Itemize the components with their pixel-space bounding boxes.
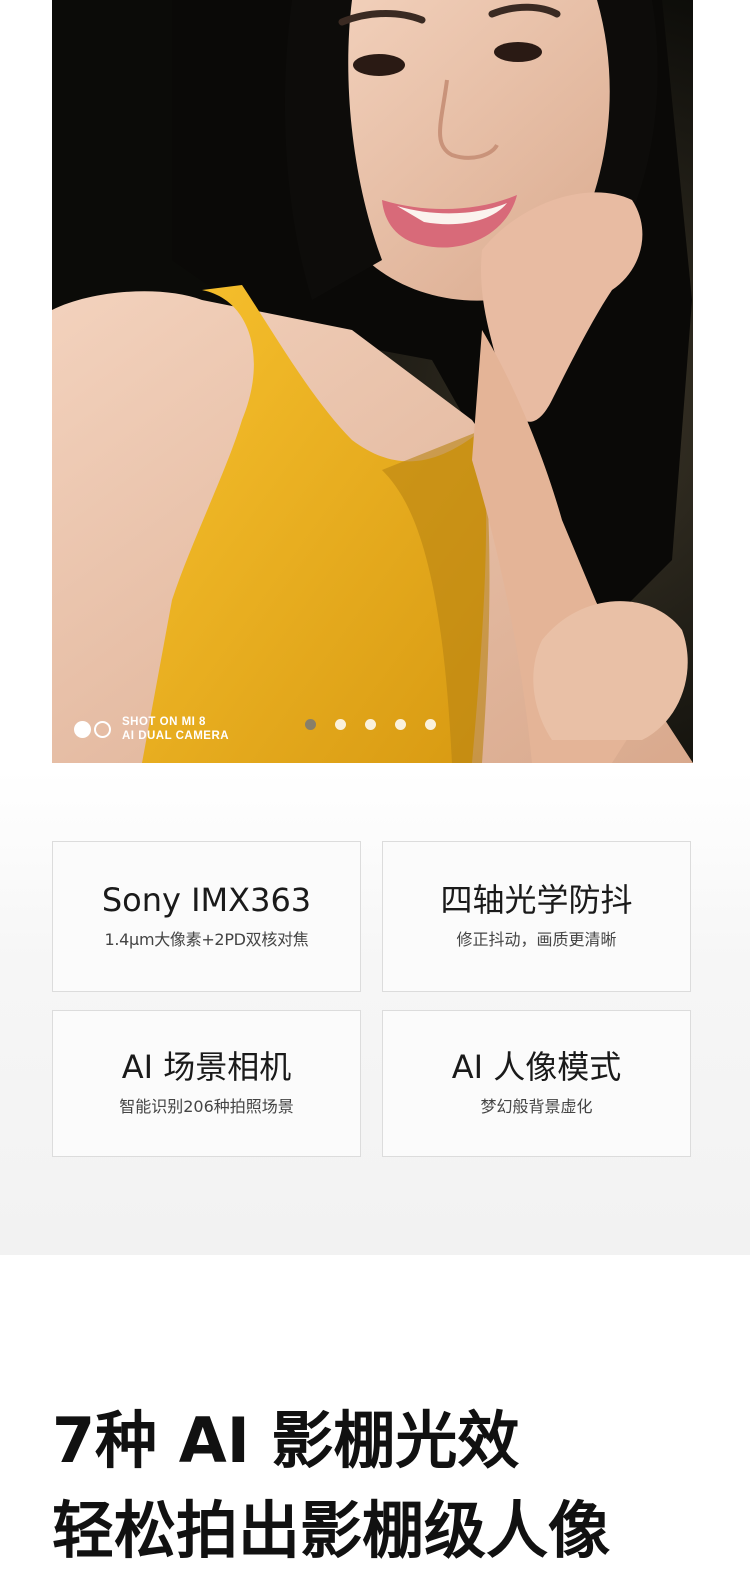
camera-lens-filled [74, 720, 91, 738]
headline-line1: 7种 AI 影棚光效 [52, 1404, 520, 1477]
feature-title: Sony IMX363 [101, 881, 312, 919]
feature-title: AI 人像模式 [451, 1048, 622, 1086]
carousel-dot-1[interactable] [305, 719, 316, 730]
feature-card-stabilization: 四轴光学防抖 修正抖动，画质更清晰 [382, 841, 691, 992]
feature-card-ai-portrait: AI 人像模式 梦幻般背景虚化 [382, 1010, 691, 1157]
carousel-dot-5[interactable] [425, 719, 436, 730]
feature-subtitle: 1.4μm大像素+2PD双核对焦 [104, 930, 309, 949]
feature-title: AI 场景相机 [121, 1048, 292, 1086]
section-headline: 7种 AI 影棚光效 轻松拍出影棚级人像 [52, 1396, 610, 1576]
carousel-dot-3[interactable] [365, 719, 376, 730]
feature-subtitle: 修正抖动，画质更清晰 [456, 930, 617, 949]
headline-line2: 轻松拍出影棚级人像 [52, 1494, 611, 1567]
hero-photo: SHOT ON MI 8 AI DUAL CAMERA [52, 0, 693, 763]
feature-subtitle: 智能识别206种拍照场景 [119, 1097, 294, 1116]
carousel-pagination [305, 719, 436, 730]
feature-title: 四轴光学防抖 [440, 881, 633, 919]
watermark-line2: AI DUAL CAMERA [122, 730, 230, 742]
feature-section: Sony IMX363 1.4μm大像素+2PD双核对焦 四轴光学防抖 修正抖动… [0, 770, 750, 1255]
watermark-line1: SHOT ON MI 8 [122, 716, 206, 728]
carousel-dot-4[interactable] [395, 719, 406, 730]
camera-lens-ring [94, 720, 111, 738]
feature-card-sensor: Sony IMX363 1.4μm大像素+2PD双核对焦 [52, 841, 361, 992]
portrait-image [52, 0, 693, 763]
camera-watermark: SHOT ON MI 8 AI DUAL CAMERA [74, 714, 229, 744]
watermark-text: SHOT ON MI 8 AI DUAL CAMERA [122, 715, 229, 743]
feature-subtitle: 梦幻般背景虚化 [480, 1097, 593, 1116]
dual-camera-icon [74, 720, 111, 738]
carousel-dot-2[interactable] [335, 719, 346, 730]
feature-card-ai-scene: AI 场景相机 智能识别206种拍照场景 [52, 1010, 361, 1157]
